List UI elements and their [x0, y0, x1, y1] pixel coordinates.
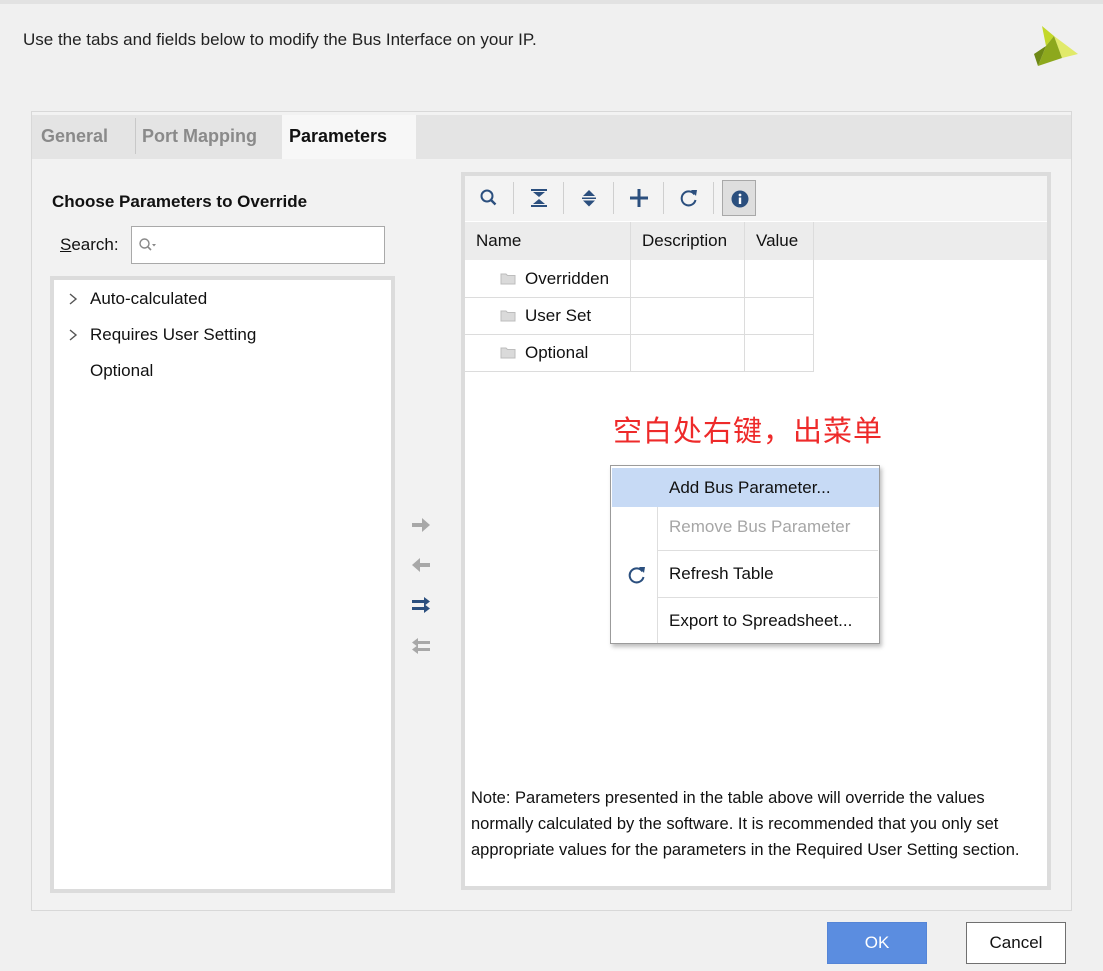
left-pane-title: Choose Parameters to Override [52, 192, 308, 211]
info-icon [731, 190, 749, 208]
add-icon [630, 189, 648, 207]
menu-item-remove-bus-parameter[interactable]: Remove Bus Parameter [669, 517, 850, 537]
cancel-button[interactable]: Cancel [966, 922, 1066, 964]
dialog-instruction: Use the tabs and fields below to modify … [23, 30, 537, 49]
tree-item-optional[interactable]: Optional [90, 361, 153, 381]
folder-icon [500, 347, 516, 359]
toolbar-divider [513, 182, 514, 214]
vivado-logo-icon [1034, 26, 1078, 66]
toolbar-divider [563, 182, 564, 214]
annotation-text: 空白处右键，出菜单 [613, 416, 884, 448]
search-label: Search: [60, 235, 119, 254]
tab-general[interactable]: General [41, 115, 131, 159]
tab-parameters[interactable]: Parameters [282, 115, 416, 159]
ok-button[interactable]: OK [827, 922, 927, 964]
tab-parameters-label: Parameters [289, 126, 388, 146]
toolbar-divider [613, 182, 614, 214]
tab-divider [135, 118, 136, 154]
menu-separator [658, 597, 878, 598]
override-note: Note: Parameters presented in the table … [471, 789, 1020, 859]
double-arrow-left-icon[interactable] [410, 638, 432, 654]
tab-port-mapping-label: Port Mapping [142, 126, 257, 146]
folder-icon [500, 273, 516, 285]
tab-general-label: General [41, 126, 109, 146]
row-divider [465, 334, 814, 335]
column-header-value[interactable]: Value [745, 222, 814, 260]
tree-item-auto-calculated[interactable]: Auto-calculated [90, 289, 207, 309]
refresh-button[interactable] [672, 180, 706, 216]
search-icon [480, 189, 497, 206]
title-bar-edge [0, 0, 1103, 4]
chevron-right-icon[interactable] [67, 292, 79, 306]
tab-port-mapping[interactable]: Port Mapping [142, 115, 278, 159]
row-divider [465, 371, 814, 372]
row-name-optional: Optional [525, 343, 589, 362]
folder-icon [500, 310, 516, 322]
add-button[interactable] [622, 180, 656, 216]
info-toggle-button[interactable] [722, 180, 756, 216]
double-arrow-right-icon[interactable] [410, 597, 432, 613]
column-header-name[interactable]: Name [465, 222, 631, 260]
expand-all-icon [582, 190, 596, 207]
row-name-overridden: Overridden [525, 269, 610, 288]
tree-item-requires-user-setting[interactable]: Requires User Setting [90, 325, 256, 345]
collapse-all-button[interactable] [522, 180, 556, 216]
search-field[interactable] [131, 226, 385, 264]
menu-item-add-bus-parameter-label[interactable]: Add Bus Parameter... [669, 478, 831, 498]
search-button[interactable] [472, 180, 506, 216]
collapse-all-icon [531, 189, 547, 207]
chevron-right-icon[interactable] [67, 328, 79, 342]
refresh-icon [628, 567, 645, 584]
expand-all-button[interactable] [572, 180, 606, 216]
menu-item-export-to-spreadsheet[interactable]: Export to Spreadsheet... [669, 611, 852, 631]
menu-item-refresh-table[interactable]: Refresh Table [669, 564, 774, 584]
toolbar-divider [663, 182, 664, 214]
search-input[interactable] [158, 233, 380, 259]
refresh-icon [680, 190, 697, 207]
toolbar-divider [713, 182, 714, 214]
row-divider [465, 297, 814, 298]
arrow-right-icon[interactable] [410, 517, 432, 533]
arrow-left-icon[interactable] [410, 557, 432, 573]
search-icon [139, 238, 156, 251]
menu-separator [658, 550, 878, 551]
menu-icon-gutter [657, 507, 658, 643]
column-header-description[interactable]: Description [631, 222, 745, 260]
row-name-user-set: User Set [525, 306, 592, 325]
